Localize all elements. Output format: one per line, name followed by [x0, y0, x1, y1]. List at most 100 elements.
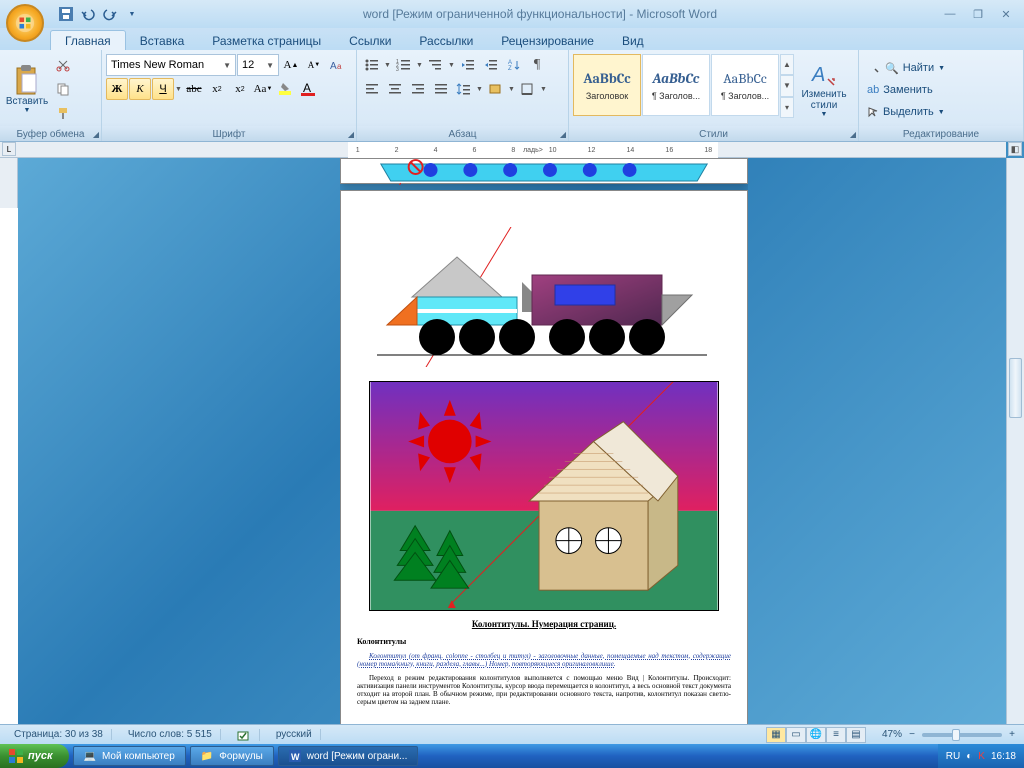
- window-title: word [Режим ограниченной функциональност…: [142, 7, 938, 21]
- strikethrough-button[interactable]: abc: [183, 78, 205, 100]
- styles-up[interactable]: ▲: [780, 54, 794, 75]
- styles-down[interactable]: ▼: [780, 75, 794, 96]
- tab-page-layout[interactable]: Разметка страницы: [198, 31, 335, 50]
- tray-lang[interactable]: RU: [946, 751, 960, 762]
- view-web[interactable]: 🌐: [806, 727, 826, 743]
- tab-mailings[interactable]: Рассылки: [405, 31, 487, 50]
- save-button[interactable]: [56, 4, 76, 24]
- paragraph-launcher[interactable]: ◢: [560, 130, 566, 139]
- style-item-1[interactable]: AaBbCc¶ Заголов...: [642, 54, 710, 116]
- restore-button[interactable]: ❐: [966, 6, 990, 22]
- vertical-ruler[interactable]: [0, 158, 18, 724]
- view-draft[interactable]: ▤: [846, 727, 866, 743]
- clipboard-group-label: Буфер обмена◢: [0, 126, 101, 141]
- sort-button[interactable]: AZ: [503, 54, 525, 76]
- redo-button[interactable]: [100, 4, 120, 24]
- styles-more[interactable]: ▾: [780, 97, 794, 118]
- status-proofing[interactable]: [229, 729, 260, 741]
- show-marks-button[interactable]: ¶: [526, 54, 548, 76]
- scroll-thumb[interactable]: [1009, 358, 1022, 418]
- align-right-button[interactable]: [407, 78, 429, 100]
- tab-insert[interactable]: Вставка: [126, 31, 199, 50]
- svg-text:Z: Z: [508, 66, 512, 72]
- task-word[interactable]: Wword [Режим ограни...: [278, 746, 419, 766]
- ribbon-tabs: Главная Вставка Разметка страницы Ссылки…: [0, 28, 1024, 50]
- tab-references[interactable]: Ссылки: [335, 31, 405, 50]
- increase-indent-button[interactable]: [480, 54, 502, 76]
- tray-icon-2[interactable]: K: [978, 751, 985, 762]
- clipboard-launcher[interactable]: ◢: [93, 130, 99, 139]
- document-area[interactable]: Колонтитулы. Нумерация страниц. Колонтит…: [340, 158, 748, 724]
- status-words[interactable]: Число слов: 5 515: [120, 729, 221, 740]
- borders-button[interactable]: [517, 78, 539, 100]
- tab-selector[interactable]: L: [2, 142, 16, 156]
- change-case-button[interactable]: Aa▼: [252, 78, 274, 100]
- start-button[interactable]: пуск: [0, 744, 69, 768]
- view-print-layout[interactable]: ▦: [766, 727, 786, 743]
- superscript-button[interactable]: x2: [229, 78, 251, 100]
- style-item-2[interactable]: AaBbCc¶ Заголов...: [711, 54, 779, 116]
- paste-label: Вставить: [6, 96, 48, 107]
- justify-button[interactable]: [430, 78, 452, 100]
- highlight-button[interactable]: [275, 78, 297, 100]
- vertical-scrollbar[interactable]: [1006, 158, 1024, 724]
- cut-button[interactable]: [52, 54, 74, 76]
- multilevel-list-button[interactable]: [425, 54, 447, 76]
- minimize-button[interactable]: —: [938, 6, 962, 22]
- task-folder[interactable]: 📁Формулы: [190, 746, 274, 766]
- tray-clock[interactable]: 16:18: [991, 751, 1016, 762]
- view-full-screen[interactable]: ▭: [786, 727, 806, 743]
- clear-formatting-button[interactable]: Aa: [326, 54, 348, 76]
- shrink-font-button[interactable]: A▼: [303, 54, 325, 76]
- align-left-button[interactable]: [361, 78, 383, 100]
- office-button[interactable]: [6, 4, 44, 42]
- ruler-toggle[interactable]: ◧: [1008, 142, 1022, 156]
- zoom-value[interactable]: 47%: [882, 729, 902, 740]
- change-styles-button[interactable]: A Изменить стили▼: [796, 54, 852, 124]
- close-button[interactable]: ✕: [994, 6, 1018, 22]
- bullets-button[interactable]: [361, 54, 383, 76]
- zoom-in[interactable]: +: [1006, 729, 1018, 740]
- page-prev: [340, 158, 748, 184]
- style-item-heading[interactable]: AaBbCcЗаголовок: [573, 54, 641, 116]
- find-button[interactable]: 🔍Найти▼: [863, 58, 949, 78]
- line-spacing-button[interactable]: [453, 78, 475, 100]
- numbering-button[interactable]: 123: [393, 54, 415, 76]
- zoom-out[interactable]: −: [906, 729, 918, 740]
- italic-button[interactable]: К: [129, 78, 151, 100]
- select-button[interactable]: Выделить▼: [863, 102, 949, 122]
- align-center-button[interactable]: [384, 78, 406, 100]
- grow-font-button[interactable]: A▲: [280, 54, 302, 76]
- shading-button[interactable]: [485, 78, 507, 100]
- decrease-indent-button[interactable]: [457, 54, 479, 76]
- undo-button[interactable]: [78, 4, 98, 24]
- bold-button[interactable]: Ж: [106, 78, 128, 100]
- tray-icon-1[interactable]: ◐: [966, 751, 972, 762]
- status-lang[interactable]: русский: [268, 729, 321, 740]
- subscript-button[interactable]: x2: [206, 78, 228, 100]
- font-color-button[interactable]: A: [298, 78, 320, 100]
- status-page[interactable]: Страница: 30 из 38: [6, 729, 112, 740]
- task-my-computer[interactable]: 💻Мой компьютер: [73, 746, 186, 766]
- underline-button[interactable]: Ч: [152, 78, 174, 100]
- font-size-combo[interactable]: 12▼: [237, 54, 279, 76]
- qat-customize-button[interactable]: ▼: [122, 4, 142, 24]
- styles-launcher[interactable]: ◢: [850, 130, 856, 139]
- tab-review[interactable]: Рецензирование: [487, 31, 608, 50]
- paste-button[interactable]: Вставить ▼: [4, 54, 50, 124]
- copy-button[interactable]: [52, 78, 74, 100]
- tab-home[interactable]: Главная: [50, 30, 126, 50]
- svg-text:A: A: [811, 64, 825, 86]
- tab-view[interactable]: Вид: [608, 31, 658, 50]
- font-name-combo[interactable]: Times New Roman▼: [106, 54, 236, 76]
- view-outline[interactable]: ≡: [826, 727, 846, 743]
- status-bar: Страница: 30 из 38 Число слов: 5 515 рус…: [0, 724, 1024, 744]
- system-tray: RU ◐ K 16:18: [938, 744, 1024, 768]
- replace-button[interactable]: abЗаменить: [863, 80, 949, 100]
- font-launcher[interactable]: ◢: [348, 130, 354, 139]
- editing-group-label: Редактирование: [859, 126, 1023, 141]
- page-current: Колонтитулы. Нумерация страниц. Колонтит…: [340, 190, 748, 724]
- horizontal-ruler[interactable]: 12468ладь>1012141618: [0, 142, 1006, 158]
- format-painter-button[interactable]: [52, 102, 74, 124]
- zoom-slider[interactable]: [922, 733, 1002, 737]
